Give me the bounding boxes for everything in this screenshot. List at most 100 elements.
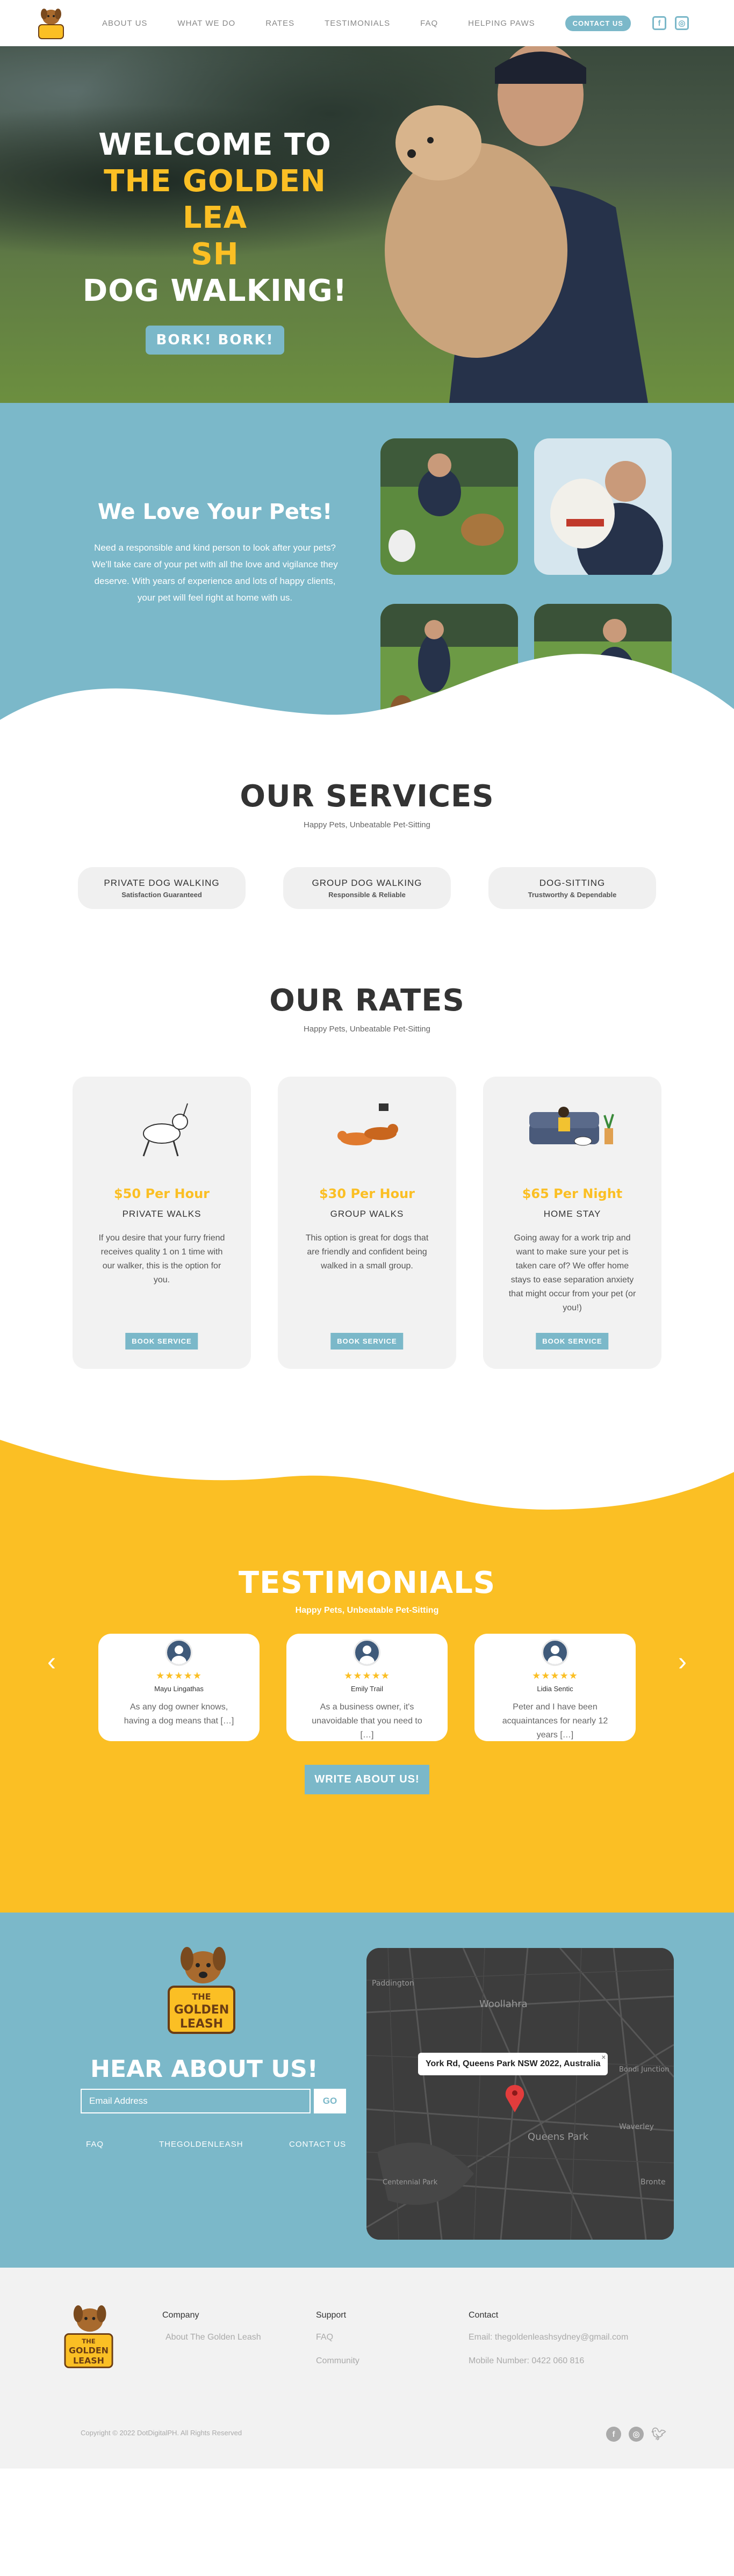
footer-logo[interactable]: THE GOLDEN LEASH (59, 2300, 118, 2370)
logo-text-leash: LEASH (73, 2355, 104, 2365)
map-label-bondi-junction: Bondi Junction (619, 2066, 669, 2074)
footer-link-faq[interactable]: FAQ (86, 2140, 104, 2149)
rate-card-private-walks: $50 Per Hour PRIVATE WALKS If you desire… (73, 1077, 251, 1369)
services-subtitle: Happy Pets, Unbeatable Pet-Sitting (304, 820, 430, 829)
illustration-dogs-running (329, 1096, 405, 1160)
footer-link-contact-us[interactable]: CONTACT US (289, 2140, 346, 2149)
service-tagline: Trustworthy & Dependable (528, 890, 617, 899)
book-service-button[interactable]: BOOK SERVICE (330, 1333, 404, 1350)
rate-description: If you desire that your furry friend rec… (98, 1233, 225, 1285)
instagram-icon[interactable]: ◎ (674, 16, 689, 30)
avatar (542, 1639, 569, 1666)
testimonial-card[interactable]: ★★★★★ Mayu Lingathas As any dog owner kn… (98, 1634, 260, 1741)
book-service-button[interactable]: BOOK SERVICE (125, 1333, 198, 1350)
hero-line-welcome: WELCOME TO (98, 127, 332, 162)
testimonials-list: ★★★★★ Mayu Lingathas As any dog owner kn… (0, 1634, 734, 1741)
hear-about-us-title: HEAR ABOUT US! (90, 2055, 318, 2083)
bork-bork-button[interactable]: BORK! BORK! (145, 326, 285, 355)
reviewer-name: Mayu Lingathas (154, 1685, 204, 1693)
nav-about-us[interactable]: ABOUT US (102, 19, 147, 28)
avatar (354, 1639, 380, 1666)
photo-walker-holding-dog (534, 438, 672, 575)
star-rating: ★★★★★ (156, 1670, 202, 1681)
hero-heading: WELCOME TO THE GOLDEN LEA SH DOG WALKING… (75, 127, 355, 355)
footer-column-contact: Contact Email: thegoldenleashsydney@gmai… (469, 2311, 628, 2368)
map-label-centennial-park: Centennial Park (383, 2178, 438, 2187)
service-private-dog-walking[interactable]: PRIVATE DOG WALKING Satisfaction Guarant… (78, 867, 246, 909)
logo-text-the: THE (192, 1991, 211, 2002)
footer-link-about[interactable]: About The Golden Leash (162, 2331, 261, 2344)
email-address-input[interactable] (81, 2089, 311, 2113)
reviewer-name: Emily Trail (351, 1685, 383, 1693)
footer-email[interactable]: Email: thegoldenleashsydney@gmail.com (469, 2331, 628, 2344)
map-label-bronte: Bronte (641, 2178, 666, 2187)
love-your-pets-section: We Love Your Pets! Need a responsible an… (0, 403, 734, 779)
star-rating: ★★★★★ (344, 1670, 390, 1681)
close-icon[interactable]: × (601, 2053, 606, 2061)
facebook-icon[interactable]: f (606, 2427, 621, 2442)
golden-leash-logo: THE GOLDEN LEASH (161, 1939, 242, 2036)
footer-column-company: Company About The Golden Leash (162, 2311, 261, 2344)
go-button[interactable]: GO (314, 2089, 346, 2113)
rates-list: $50 Per Hour PRIVATE WALKS If you desire… (0, 1077, 734, 1369)
rates-subtitle: Happy Pets, Unbeatable Pet-Sitting (304, 1024, 430, 1034)
love-title: We Love Your Pets! (97, 500, 333, 524)
copyright-text: Copyright © 2022 DotDigitalPH. All Right… (81, 2429, 242, 2437)
carousel-prev-icon[interactable]: ‹ (47, 1647, 56, 1677)
twitter-icon[interactable]: 🐦︎ (651, 2427, 666, 2442)
book-service-button[interactable]: BOOK SERVICE (536, 1333, 609, 1350)
footer-heading: Company (162, 2311, 199, 2320)
footer-link-thegoldenleash[interactable]: THEGOLDENLEASH (159, 2140, 243, 2149)
nav-faq[interactable]: FAQ (420, 19, 438, 28)
review-text: As any dog owner knows, having a dog mea… (124, 1702, 234, 1726)
testimonials-subtitle: Happy Pets, Unbeatable Pet-Sitting (295, 1606, 439, 1615)
site-logo[interactable] (32, 4, 70, 42)
map-info-popup: York Rd, Queens Park NSW 2022, Australia… (418, 2053, 608, 2075)
rate-description: This option is great for dogs that are f… (305, 1233, 429, 1271)
service-name: GROUP DOG WALKING (312, 877, 422, 888)
map-address: York Rd, Queens Park NSW 2022, Australia (426, 2059, 601, 2068)
instagram-icon[interactable]: ◎ (629, 2427, 644, 2442)
hero-line-dog-walking: DOG WALKING! (82, 273, 348, 308)
testimonial-card[interactable]: ★★★★★ Emily Trail As a business owner, i… (286, 1634, 448, 1741)
nav-testimonials[interactable]: TESTIMONIALS (325, 19, 390, 28)
rate-price: $65 Per Night (522, 1186, 623, 1201)
nav-rates[interactable]: RATES (265, 19, 294, 28)
rate-card-home-stay: $65 Per Night HOME STAY Going away for a… (483, 1077, 661, 1369)
rate-price: $50 Per Hour (113, 1186, 210, 1201)
logo-text-leash: LEASH (180, 2017, 223, 2031)
services-section: OUR SERVICES Happy Pets, Unbeatable Pet-… (0, 779, 734, 983)
map-label-paddington: Paddington (372, 1979, 414, 1988)
write-about-us-button[interactable]: WRITE ABOUT US! (305, 1765, 429, 1794)
star-rating: ★★★★★ (532, 1670, 578, 1681)
site-footer: THE GOLDEN LEASH Company About The Golde… (0, 2268, 734, 2469)
review-text: As a business owner, it's unavoidable th… (312, 1702, 422, 1740)
nav-helping-paws[interactable]: HELPING PAWS (468, 19, 535, 28)
map-label-queens-park: Queens Park (528, 2131, 589, 2142)
nav-what-we-do[interactable]: WHAT WE DO (177, 19, 235, 28)
top-nav: ABOUT US WHAT WE DO RATES TESTIMONIALS F… (0, 0, 734, 46)
rate-name: HOME STAY (543, 1209, 601, 1219)
footer-link-community[interactable]: Community (316, 2355, 359, 2368)
service-tagline: Responsible & Reliable (328, 890, 406, 899)
testimonial-card[interactable]: ★★★★★ Lidia Sentic Peter and I have been… (474, 1634, 636, 1741)
location-map[interactable]: Paddington Woollahra Queens Park Waverle… (366, 1948, 674, 2240)
hero-section: WELCOME TO THE GOLDEN LEA SH DOG WALKING… (0, 46, 734, 403)
footer-link-faq[interactable]: FAQ (316, 2331, 359, 2344)
wave-divider (0, 1440, 734, 1536)
footer-mobile: Mobile Number: 0422 060 816 (469, 2356, 585, 2365)
contact-us-button[interactable]: CONTACT US (565, 15, 631, 31)
rate-name: GROUP WALKS (330, 1209, 404, 1219)
footer-column-support: Support FAQ Community (316, 2311, 359, 2368)
photo-walker-with-dogs (380, 438, 518, 575)
logo-text-golden: GOLDEN (69, 2346, 109, 2356)
facebook-icon[interactable]: f (652, 16, 666, 30)
logo-text-golden: GOLDEN (174, 2003, 229, 2017)
service-dog-sitting[interactable]: DOG-SITTING Trustworthy & Dependable (488, 867, 656, 909)
illustration-home-stay (529, 1096, 614, 1160)
service-group-dog-walking[interactable]: GROUP DOG WALKING Responsible & Reliable (283, 867, 451, 909)
review-text: Peter and I have been acquaintances for … (502, 1702, 608, 1740)
carousel-next-icon[interactable]: › (678, 1647, 687, 1677)
testimonials-title: TESTIMONIALS (238, 1565, 496, 1600)
services-title: OUR SERVICES (240, 779, 494, 814)
